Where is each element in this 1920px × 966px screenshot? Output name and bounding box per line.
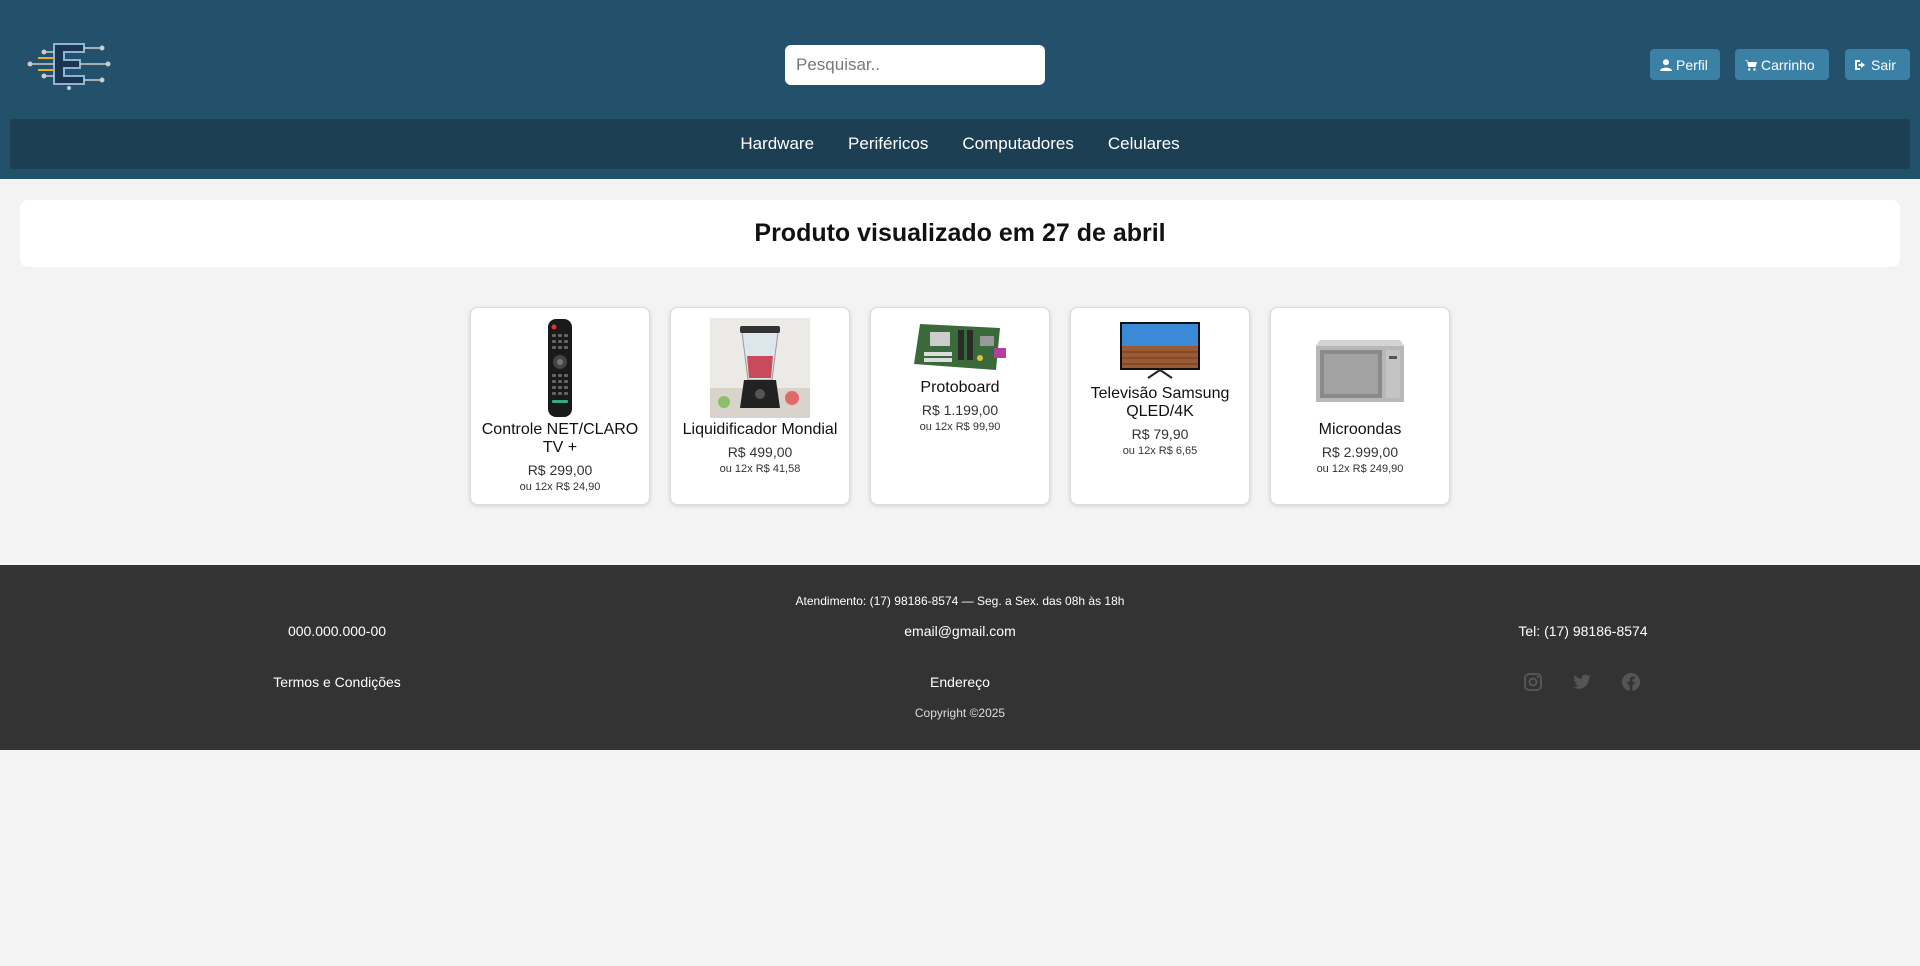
copyright-text: Copyright ©2025: [914, 706, 1006, 720]
product-price: R$ 1.199,00: [921, 402, 999, 418]
product-installment: ou 12x R$ 6,65: [1122, 445, 1198, 457]
top-bar: Perfil Carrinho Sair: [10, 0, 1910, 119]
blender-image: [710, 318, 810, 418]
product-price: R$ 499,00: [727, 444, 793, 460]
user-icon: [1660, 58, 1672, 71]
product-card[interactable]: Televisão Samsung QLED/4K R$ 79,90 ou 12…: [1070, 307, 1250, 505]
address-link[interactable]: Endereço: [930, 674, 990, 690]
television-image: [1118, 318, 1202, 382]
product-list: Controle NET/CLARO TV + R$ 299,00 ou 12x…: [470, 307, 1450, 505]
cart-button[interactable]: Carrinho: [1735, 49, 1829, 80]
microwave-image: [1310, 318, 1410, 418]
site-logo[interactable]: [24, 38, 114, 90]
remote-control-image: [545, 318, 575, 418]
product-name: Liquidificador Mondial: [682, 421, 838, 438]
product-card[interactable]: Microondas R$ 2.999,00 ou 12x R$ 249,90: [1270, 307, 1450, 505]
product-installment: ou 12x R$ 24,90: [519, 481, 601, 493]
product-installment: ou 12x R$ 99,90: [919, 421, 1001, 433]
product-installment: ou 12x R$ 41,58: [719, 463, 801, 475]
product-name: Televisão Samsung QLED/4K: [1090, 385, 1230, 420]
sign-out-icon: [1855, 59, 1865, 70]
social-links: [1523, 672, 1641, 692]
email-text: email@gmail.com: [904, 623, 1016, 639]
exit-button-label: Sair: [1871, 56, 1896, 73]
cnpj-text: 000.000.000-00: [287, 623, 387, 639]
terms-link[interactable]: Termos e Condições: [273, 674, 401, 690]
product-card[interactable]: Liquidificador Mondial R$ 499,00 ou 12x …: [670, 307, 850, 505]
exit-button[interactable]: Sair: [1845, 49, 1910, 80]
motherboard-image: [910, 316, 1010, 376]
product-price: R$ 2.999,00: [1321, 444, 1399, 460]
product-name: Protoboard: [920, 379, 1000, 396]
header: Perfil Carrinho Sair Hardware Periférico…: [0, 0, 1920, 179]
facebook-icon[interactable]: [1621, 672, 1641, 692]
cart-icon: [1745, 59, 1757, 71]
title-panel: Produto visualizado em 27 de abril: [20, 200, 1900, 267]
phone-text: Tel: (17) 98186-8574: [1518, 623, 1648, 639]
profile-button[interactable]: Perfil: [1650, 49, 1720, 80]
cart-button-label: Carrinho: [1761, 56, 1815, 73]
nav-item-computadores[interactable]: Computadores: [962, 134, 1074, 154]
twitter-icon[interactable]: [1572, 672, 1592, 692]
nav-item-perifericos[interactable]: Periféricos: [848, 134, 928, 154]
search-input[interactable]: [785, 45, 1045, 85]
profile-button-label: Perfil: [1676, 56, 1708, 73]
product-card[interactable]: Protoboard R$ 1.199,00 ou 12x R$ 99,90: [870, 307, 1050, 505]
nav-item-hardware[interactable]: Hardware: [740, 134, 814, 154]
product-price: R$ 79,90: [1131, 426, 1189, 442]
attendance-info: Atendimento: (17) 98186-8574 — Seg. a Se…: [795, 594, 1125, 608]
nav-item-celulares[interactable]: Celulares: [1108, 134, 1180, 154]
product-card[interactable]: Controle NET/CLARO TV + R$ 299,00 ou 12x…: [470, 307, 650, 505]
product-price: R$ 299,00: [527, 462, 593, 478]
product-name: Controle NET/CLARO TV +: [481, 421, 639, 456]
instagram-icon[interactable]: [1523, 672, 1543, 692]
footer: Atendimento: (17) 98186-8574 — Seg. a Se…: [0, 565, 1920, 750]
category-nav: Hardware Periféricos Computadores Celula…: [10, 119, 1910, 169]
product-installment: ou 12x R$ 249,90: [1316, 463, 1404, 475]
page-title: Produto visualizado em 27 de abril: [754, 219, 1166, 247]
product-name: Microondas: [1318, 421, 1402, 438]
